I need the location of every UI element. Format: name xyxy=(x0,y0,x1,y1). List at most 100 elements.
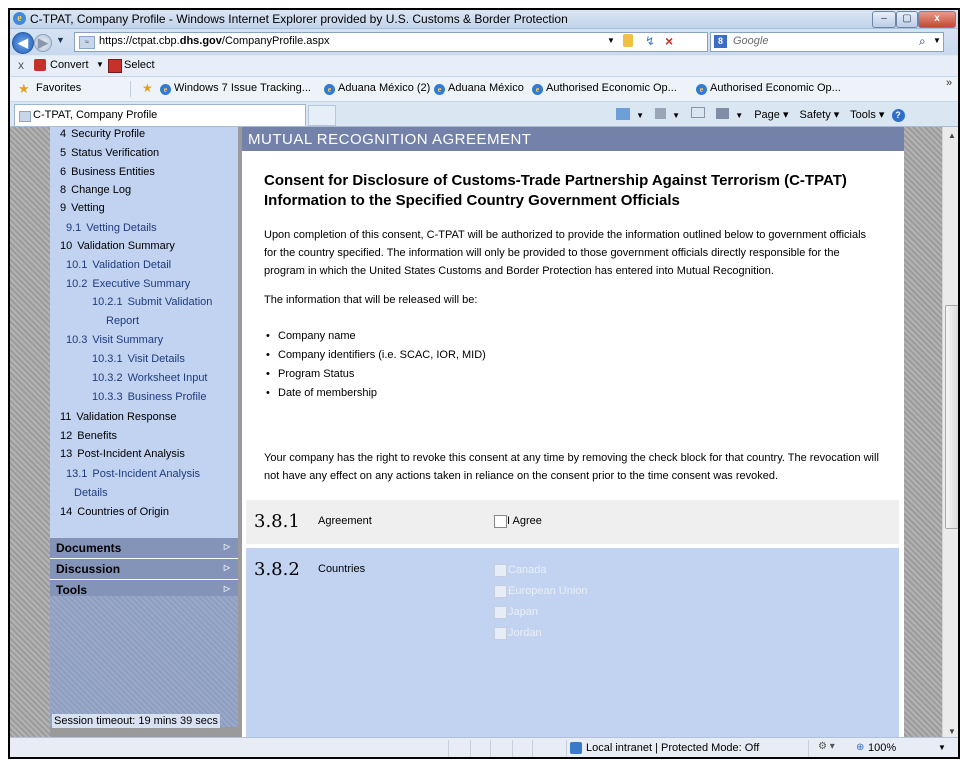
european-union-label[interactable]: European Union xyxy=(508,585,588,597)
home-icon[interactable] xyxy=(616,108,630,120)
scrollbar-thumb[interactable] xyxy=(945,305,958,529)
nav-item-number: 13 xyxy=(60,448,73,460)
nav-item-label: Security Profile xyxy=(71,128,146,140)
print-icon[interactable] xyxy=(716,108,730,119)
convert-dropdown-icon[interactable]: ▼ xyxy=(96,60,104,69)
sidebar-nav-item[interactable]: Report xyxy=(106,315,139,327)
sidebar-nav-item[interactable]: 9 Vetting xyxy=(60,202,105,214)
sidebar-nav-item[interactable]: 12 Benefits xyxy=(60,430,117,442)
print-dropdown-icon[interactable]: ▼ xyxy=(735,111,743,120)
japan-label[interactable]: Japan xyxy=(508,606,538,618)
vertical-scrollbar[interactable]: ▲ ▼ xyxy=(942,127,958,747)
search-field[interactable]: 8 Google ⌕ ▼ xyxy=(710,32,944,52)
nav-item-label: Post-Incident Analysis xyxy=(77,448,185,460)
european-union-checkbox[interactable] xyxy=(494,585,507,598)
favorite-link[interactable]: e Aduana México xyxy=(434,82,524,95)
sidebar-section-documents[interactable]: Documents ▷ xyxy=(50,538,238,559)
nav-item-number: 8 xyxy=(60,184,67,196)
favorite-link[interactable]: e Aduana México (2) xyxy=(324,82,430,95)
mail-icon[interactable] xyxy=(691,107,706,118)
scroll-down-icon[interactable]: ▼ xyxy=(948,727,956,736)
maximize-button[interactable]: ▢ xyxy=(896,11,918,28)
zoom-level[interactable]: 100% xyxy=(868,742,896,754)
security-zone[interactable]: Local intranet | Protected Mode: Off xyxy=(586,742,759,754)
sidebar-nav-item[interactable]: 8 Change Log xyxy=(60,184,131,196)
list-item: Date of membership xyxy=(264,384,486,403)
canada-checkbox[interactable] xyxy=(494,564,507,577)
convert-button[interactable]: Convert xyxy=(50,59,89,71)
feeds-icon[interactable] xyxy=(655,108,667,119)
sidebar-nav-item[interactable]: 10.2 Executive Summary xyxy=(66,278,190,290)
canada-label[interactable]: Canada xyxy=(508,564,547,576)
japan-checkbox[interactable] xyxy=(494,606,507,619)
scroll-up-icon[interactable]: ▲ xyxy=(948,131,956,140)
sidebar-nav-item[interactable]: Details xyxy=(74,487,108,499)
select-button[interactable]: Select xyxy=(124,59,155,71)
google-icon: 8 xyxy=(714,35,727,48)
sidebar-nav-item[interactable]: 10.2.1 Submit Validation xyxy=(92,296,212,308)
page-title: Consent for Disclosure of Customs-Trade … xyxy=(264,172,847,209)
favorites-button[interactable]: Favorites xyxy=(36,82,81,94)
consent-intro: Upon completion of this consent, C-TPAT … xyxy=(264,229,867,277)
page-icon xyxy=(19,111,31,122)
forward-button[interactable]: ▶ xyxy=(34,34,52,52)
url-dropdown-icon[interactable]: ▼ xyxy=(607,36,615,45)
favorite-link[interactable]: e Windows 7 Issue Tracking... xyxy=(160,82,311,95)
add-favorite-icon[interactable]: ★ xyxy=(142,81,153,95)
i-agree-label[interactable]: I Agree xyxy=(507,515,542,527)
sidebar-fill xyxy=(50,596,238,727)
search-icon[interactable]: ⌕ xyxy=(919,34,926,49)
ie-page-icon: e xyxy=(696,84,707,95)
protected-mode-icon[interactable]: ⚙ ▾ xyxy=(818,741,835,752)
close-toolbar-button[interactable]: x xyxy=(18,58,24,72)
tab-company-profile[interactable]: C-TPAT, Company Profile xyxy=(14,104,306,126)
page-menu[interactable]: Page ▾ xyxy=(754,109,788,121)
sidebar-nav-item[interactable]: 9.1 Vetting Details xyxy=(66,222,157,234)
sidebar-nav-item[interactable]: 10.3.2 Worksheet Input xyxy=(92,372,208,384)
sidebar-section-discussion[interactable]: Discussion ▷ xyxy=(50,559,238,580)
favorite-link[interactable]: e Authorised Economic Op... xyxy=(532,82,677,95)
favorite-link[interactable]: e Authorised Economic Op... xyxy=(696,82,841,95)
sidebar-nav-item[interactable]: 13.1 Post-Incident Analysis xyxy=(66,468,200,480)
jordan-checkbox[interactable] xyxy=(494,627,507,640)
nav-item-label: Countries of Origin xyxy=(77,506,169,518)
safety-menu[interactable]: Safety ▾ xyxy=(800,109,840,121)
back-button[interactable]: ◀ xyxy=(12,32,34,54)
sidebar-nav-item[interactable]: 5 Status Verification xyxy=(60,147,159,159)
lock-icon[interactable] xyxy=(623,34,633,47)
i-agree-checkbox[interactable] xyxy=(494,515,507,528)
nav-item-label: Validation Detail xyxy=(92,259,172,271)
sidebar-nav-item[interactable]: 10 Validation Summary xyxy=(60,240,175,252)
ie-page-icon: e xyxy=(160,84,171,95)
tools-menu[interactable]: Tools ▾ xyxy=(850,109,884,121)
search-options-icon[interactable]: ▼ xyxy=(933,36,941,45)
feeds-dropdown-icon[interactable]: ▼ xyxy=(672,111,680,120)
sidebar-nav-item[interactable]: 10.3.1 Visit Details xyxy=(92,353,185,365)
help-icon[interactable]: ? xyxy=(891,109,905,122)
url-field[interactable]: ≈ https://ctpat.cbp.dhs.gov/CompanyProfi… xyxy=(74,32,708,52)
nav-item-number: 9 xyxy=(60,202,67,214)
stop-icon[interactable]: × xyxy=(665,33,673,49)
new-tab-button[interactable] xyxy=(308,105,336,126)
favorites-overflow-button[interactable]: » xyxy=(946,77,952,89)
history-dropdown-icon[interactable]: ▼ xyxy=(56,35,65,45)
sidebar-nav-item[interactable]: 6 Business Entities xyxy=(60,166,155,178)
sidebar-nav-item[interactable]: 4 Security Profile xyxy=(60,128,145,140)
jordan-label[interactable]: Jordan xyxy=(508,627,542,639)
zoom-dropdown-icon[interactable]: ▼ xyxy=(938,743,946,752)
sidebar-nav-item[interactable]: 11 Validation Response xyxy=(60,411,177,423)
home-dropdown-icon[interactable]: ▼ xyxy=(636,111,644,120)
sidebar-nav-item[interactable]: 14 Countries of Origin xyxy=(60,506,169,518)
chevron-right-icon: ▷ xyxy=(223,563,230,572)
sidebar-nav-item[interactable]: 13 Post-Incident Analysis xyxy=(60,448,185,460)
close-button[interactable]: x xyxy=(918,11,956,28)
address-bar: ◀ ▶ ▼ ≈ https://ctpat.cbp.dhs.gov/Compan… xyxy=(10,29,958,55)
sidebar-nav-item[interactable]: 10.3 Visit Summary xyxy=(66,334,163,346)
refresh-icon[interactable]: ↯ xyxy=(645,34,655,48)
sidebar-nav-item[interactable]: 10.1 Validation Detail xyxy=(66,259,171,271)
section-number: 3.8.2 xyxy=(254,559,300,580)
title-bar: e C-TPAT, Company Profile - Windows Inte… xyxy=(10,10,958,29)
minimize-button[interactable]: – xyxy=(872,11,896,28)
sidebar-nav-item[interactable]: 10.3.3 Business Profile xyxy=(92,391,206,403)
ie-page-icon: e xyxy=(434,84,445,95)
